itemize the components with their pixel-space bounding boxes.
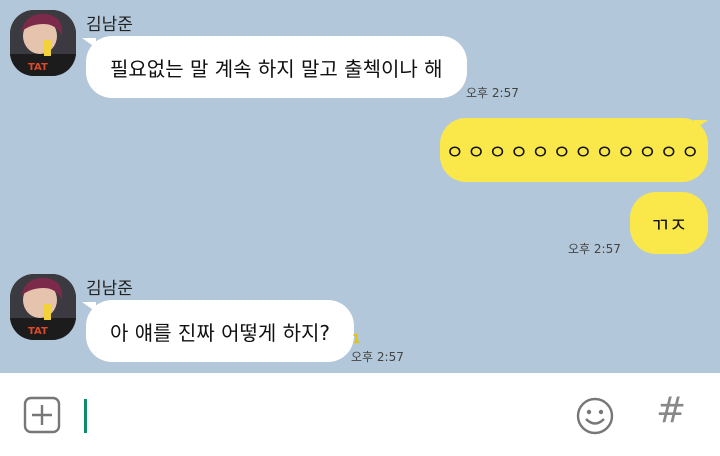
message-bubble[interactable]: ㅇㅇㅇㅇㅇㅇㅇㅇㅇㅇㅇㅇ xyxy=(440,118,708,182)
smiley-icon[interactable] xyxy=(574,395,616,437)
message-text: ㅇㅇㅇㅇㅇㅇㅇㅇㅇㅇㅇㅇ xyxy=(445,139,703,164)
chat-area[interactable]: TAT 김남준 필요없는 말 계속 하지 말고 출첵이나 해 오후 2:57 ㅇ… xyxy=(0,0,720,373)
message-time: 오후 2:57 xyxy=(466,86,519,100)
message-bubble[interactable]: 아 얘를 진짜 어떻게 하지? xyxy=(86,300,355,362)
message-time: 오후 2:57 xyxy=(568,242,621,256)
avatar[interactable]: TAT xyxy=(10,10,76,76)
text-cursor xyxy=(84,399,87,433)
message-bubble[interactable]: 필요없는 말 계속 하지 말고 출첵이나 해 xyxy=(86,36,467,98)
plus-square-icon[interactable] xyxy=(22,395,62,435)
message-text: ㄲㅈ xyxy=(650,212,688,237)
avatar[interactable]: TAT xyxy=(10,274,76,340)
svg-text:TAT: TAT xyxy=(28,326,48,337)
message-time: 오후 2:57 xyxy=(351,350,404,364)
message-input[interactable] xyxy=(80,393,550,437)
message-text: 필요없는 말 계속 하지 말고 출첵이나 해 xyxy=(110,56,443,81)
avatar-image: TAT xyxy=(10,274,76,340)
message-input-bar: # xyxy=(0,373,720,456)
bubble-tail xyxy=(694,120,708,130)
message-text: 아 얘를 진짜 어떻게 하지? xyxy=(110,320,331,345)
avatar-image: TAT xyxy=(10,10,76,76)
sender-name: 김남준 xyxy=(86,15,133,35)
svg-text:TAT: TAT xyxy=(28,62,48,73)
sender-name: 김남준 xyxy=(86,279,133,299)
unread-count: 1 xyxy=(352,332,361,346)
message-bubble[interactable]: ㄲㅈ xyxy=(630,192,708,254)
hashtag-icon[interactable]: # xyxy=(656,393,686,429)
